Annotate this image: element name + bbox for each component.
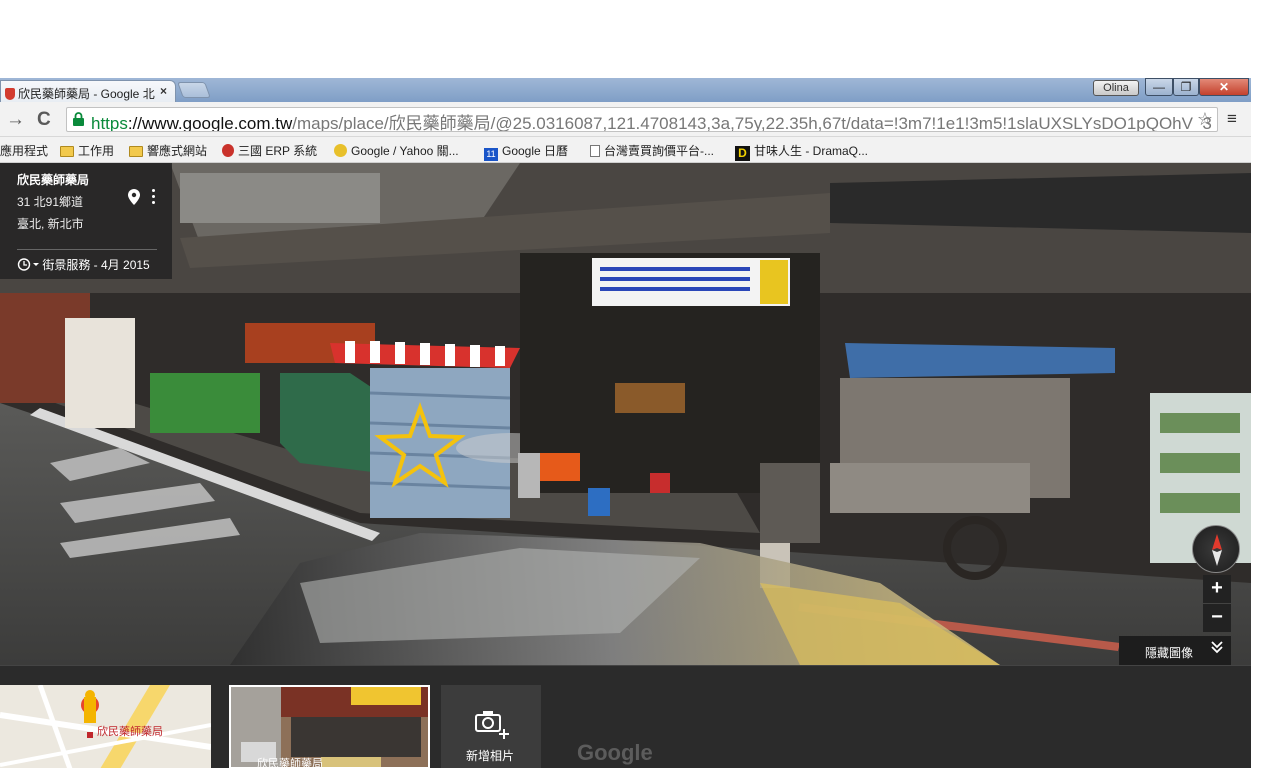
calendar-icon: 11 bbox=[484, 148, 498, 161]
tab-close-icon[interactable]: × bbox=[160, 84, 167, 98]
image-strip: 欣民藥師藥局 欣民藥師藥局 新增相片 Google bbox=[0, 665, 1251, 768]
dramaq-icon: D bbox=[735, 146, 750, 161]
bookmark-label: 台灣賣買詢價平台-... bbox=[604, 144, 714, 158]
more-options-icon[interactable] bbox=[152, 189, 156, 207]
url-path: /maps/place/欣民藥師藥局/@25.0316087,121.47081… bbox=[292, 114, 1212, 132]
history-clock-icon bbox=[17, 258, 39, 271]
bookmark-label: 應用程式 bbox=[0, 144, 49, 158]
forward-arrow-icon[interactable]: → bbox=[6, 109, 25, 131]
folder-icon bbox=[129, 146, 143, 157]
imagery-date-selector[interactable]: 街景服務 - 4月 2015 bbox=[17, 256, 150, 273]
map-thumbnail[interactable]: 欣民藥師藥局 bbox=[0, 685, 211, 768]
lock-icon bbox=[73, 112, 84, 126]
bookmark-star-icon[interactable]: ☆ bbox=[1197, 109, 1213, 130]
zoom-out-button[interactable]: − bbox=[1203, 604, 1231, 632]
bookmark-work[interactable]: 工作用 bbox=[60, 142, 114, 159]
place-name[interactable]: 欣民藥師藥局 bbox=[17, 171, 172, 188]
erp-icon bbox=[222, 144, 234, 157]
google-watermark: Google bbox=[577, 740, 653, 765]
minimize-button[interactable]: — bbox=[1145, 78, 1173, 96]
bookmark-apps[interactable]: 應用程式 bbox=[0, 142, 48, 159]
bookmark-label: Google / Yahoo 關... bbox=[351, 144, 459, 158]
url-host: ://www.google.com.tw bbox=[127, 114, 293, 132]
bookmark-label: Google 日曆 bbox=[502, 144, 569, 158]
bookmark-responsive[interactable]: 響應式網站 bbox=[129, 142, 207, 159]
hide-images-label: 隱藏圖像 bbox=[1145, 646, 1194, 660]
bookmark-label: 三國 ERP 系統 bbox=[238, 144, 318, 158]
compass-icon[interactable] bbox=[1192, 525, 1240, 573]
street-view-info-card: 欣民藥師藥局 31 北91鄉道 臺北, 新北市 街景服務 - 4月 2015 bbox=[0, 163, 172, 279]
reload-icon[interactable]: C bbox=[37, 109, 51, 131]
maps-favicon-icon bbox=[5, 88, 15, 100]
photo-place-label: 欣民藥師藥局 bbox=[257, 758, 323, 768]
camera-plus-icon bbox=[475, 711, 509, 739]
address-line-1: 31 北91鄉道 bbox=[17, 195, 84, 209]
title-bar: 欣民藥師藥局 - Google 北 × Olina — ❐ ✕ bbox=[0, 78, 1251, 102]
photo-thumbnail[interactable]: 欣民藥師藥局 bbox=[229, 685, 430, 768]
bookmark-taiwan-trade[interactable]: 台灣賣買詢價平台-... bbox=[590, 142, 714, 159]
user-profile-button[interactable]: Olina bbox=[1093, 80, 1139, 96]
double-chevron-down-icon bbox=[1211, 640, 1223, 657]
close-window-button[interactable]: ✕ bbox=[1199, 78, 1249, 96]
tab-title: 欣民藥師藥局 - Google 北 bbox=[18, 87, 155, 101]
folder-icon bbox=[60, 146, 74, 157]
new-tab-button[interactable] bbox=[177, 82, 211, 98]
bookmark-erp[interactable]: 三國 ERP 系統 bbox=[222, 142, 317, 159]
map-place-label: 欣民藥師藥局 bbox=[97, 726, 163, 738]
imagery-date-label: 街景服務 - 4月 2015 bbox=[42, 258, 150, 272]
address-bar[interactable]: https://www.google.com.tw/maps/place/欣民藥… bbox=[66, 107, 1218, 132]
divider bbox=[17, 249, 157, 250]
hide-images-button[interactable]: 隱藏圖像 bbox=[1119, 636, 1231, 665]
bookmarks-bar: 應用程式 工作用 響應式網站 三國 ERP 系統 Google / Yahoo … bbox=[0, 137, 1251, 163]
bookmark-google-yahoo[interactable]: Google / Yahoo 關... bbox=[334, 142, 459, 159]
zoom-in-button[interactable]: + bbox=[1203, 575, 1231, 603]
url-scheme: https bbox=[91, 114, 128, 132]
chrome-menu-icon[interactable]: ≡ bbox=[1227, 109, 1237, 129]
add-photo-button[interactable]: 新增相片 bbox=[441, 685, 541, 768]
active-tab[interactable]: 欣民藥師藥局 - Google 北 × bbox=[0, 80, 176, 102]
street-view-image bbox=[0, 163, 1251, 665]
gem-icon bbox=[334, 144, 347, 157]
map-pin-icon[interactable] bbox=[128, 189, 140, 205]
street-view-panorama[interactable]: 欣民藥師藥局 31 北91鄉道 臺北, 新北市 街景服務 - 4月 2015 +… bbox=[0, 163, 1251, 665]
address-line-2: 臺北, 新北市 bbox=[17, 217, 84, 231]
bookmark-label: 甘味人生 - DramaQ... bbox=[754, 144, 869, 158]
add-photo-label: 新增相片 bbox=[466, 749, 515, 763]
browser-window: 欣民藥師藥局 - Google 北 × Olina — ❐ ✕ → C http… bbox=[0, 78, 1251, 768]
page-icon bbox=[590, 145, 600, 157]
browser-toolbar: → C https://www.google.com.tw/maps/place… bbox=[0, 102, 1251, 137]
bookmark-dramaq[interactable]: D 甘味人生 - DramaQ... bbox=[735, 142, 868, 161]
bookmark-label: 工作用 bbox=[78, 144, 115, 158]
maximize-button[interactable]: ❐ bbox=[1173, 78, 1199, 96]
bookmark-label: 響應式網站 bbox=[147, 144, 208, 158]
bookmark-google-calendar[interactable]: 11 Google 日曆 bbox=[484, 142, 568, 161]
